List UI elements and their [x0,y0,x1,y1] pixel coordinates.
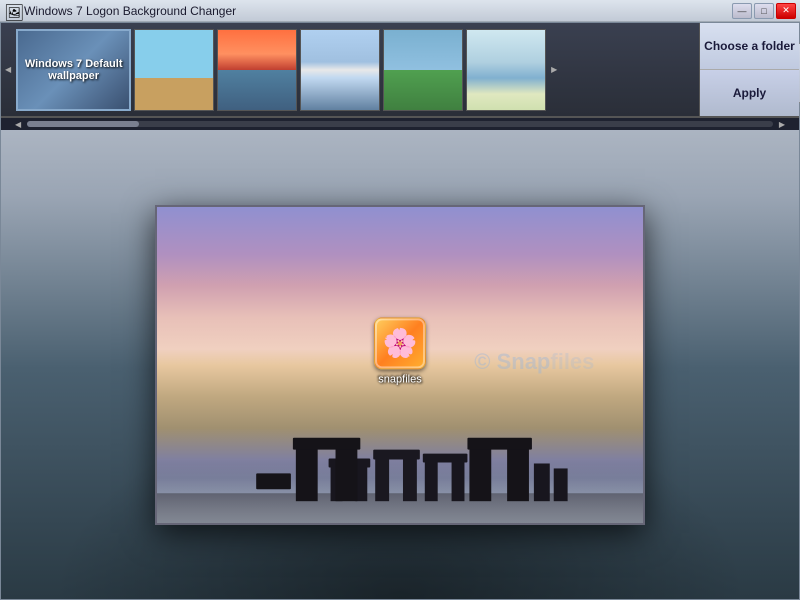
icon-label: snapfiles [378,373,421,385]
scroll-left-arrow[interactable]: ◀ [3,65,13,74]
stonehenge-silhouette [157,393,643,523]
scrollbar-track[interactable] [27,121,773,127]
thumbnail-mountains[interactable] [300,29,380,111]
snapfiles-icon: 🌸 [374,317,426,369]
desktop-icon: 🌸 snapfiles [374,317,426,385]
minimize-button[interactable]: — [732,3,752,19]
thumbnail-default[interactable]: Windows 7 Default wallpaper [16,29,131,111]
thumbnail-elephant[interactable] [134,29,214,111]
thumbnail-strip[interactable]: ◀ Windows 7 Default wallpaper [1,23,699,116]
thumbnail-sunset[interactable] [217,29,297,111]
right-buttons: Choose a folder Apply [699,23,799,116]
watermark: © Snapfiles [474,349,594,375]
thumbnail-hills[interactable] [383,29,463,111]
preview-window: © Snapfiles [155,205,645,525]
horiz-scroll-right[interactable]: ▶ [777,120,787,129]
thumbnail-coast[interactable] [466,29,546,111]
main-window: ◀ Windows 7 Default wallpaper [0,22,800,600]
topbar: ◀ Windows 7 Default wallpaper [1,23,799,118]
window-title: Windows 7 Logon Background Changer [24,4,732,18]
scrollbar-thumb[interactable] [27,121,139,127]
choose-folder-button[interactable]: Choose a folder [700,23,799,70]
scrollbar-area: ◀ ▶ [1,118,799,130]
titlebar: 🖼 Windows 7 Logon Background Changer — □… [0,0,800,22]
close-button[interactable]: ✕ [776,3,796,19]
content-area: © Snapfiles [1,130,799,599]
window-controls: — □ ✕ [732,3,796,19]
preview-background: © Snapfiles [157,207,643,523]
horiz-scroll-left[interactable]: ◀ [13,120,23,129]
apply-button[interactable]: Apply [700,70,799,116]
app-icon: 🖼 [4,3,20,19]
scroll-right-arrow[interactable]: ▶ [549,65,559,74]
default-wallpaper-label: Windows 7 Default wallpaper [18,54,129,86]
maximize-button[interactable]: □ [754,3,774,19]
